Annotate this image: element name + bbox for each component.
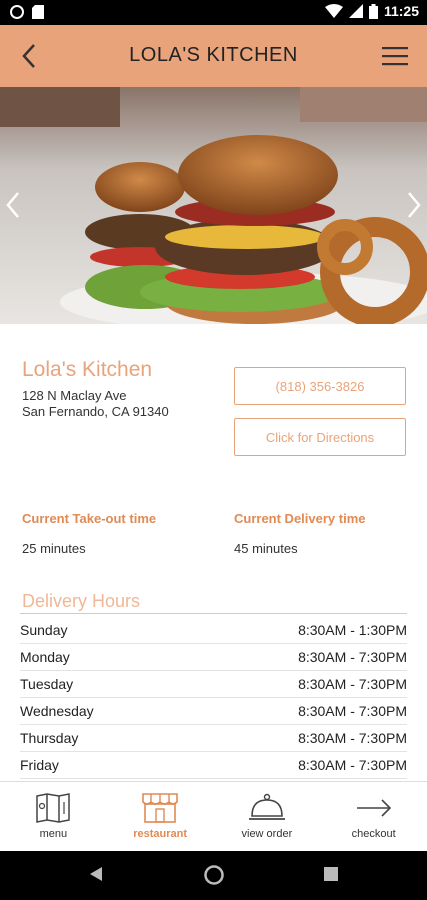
carousel-prev-icon[interactable] <box>2 187 24 223</box>
address-line-1: 128 N Maclay Ave <box>22 388 127 403</box>
delivery-time-value: 45 minutes <box>234 541 298 556</box>
bottom-navigation: menu restaurant view order checkout <box>0 781 427 852</box>
delivery-hours-title: Delivery Hours <box>22 591 141 611</box>
battery-icon <box>368 3 378 19</box>
signal-icon <box>348 4 363 18</box>
restaurant-address: 128 N Maclay Ave San Fernando, CA 91340 <box>22 388 169 420</box>
hours-row: Sunday 8:30AM - 1:30PM <box>20 617 407 644</box>
address-line-2: San Fernando, CA 91340 <box>22 404 169 419</box>
system-recents-icon[interactable] <box>323 866 339 882</box>
day-label: Wednesday <box>20 703 94 719</box>
sd-card-icon <box>32 5 44 19</box>
restaurant-name: Lola's Kitchen <box>22 358 153 381</box>
directions-button[interactable]: Click for Directions <box>234 418 406 456</box>
day-label: Thursday <box>20 730 79 746</box>
nav-view-order-label: view order <box>241 828 293 840</box>
hours-row: Thursday 8:30AM - 7:30PM <box>20 725 407 752</box>
nav-restaurant[interactable]: restaurant <box>107 782 214 852</box>
nav-menu[interactable]: menu <box>0 782 107 852</box>
status-bar: 11:25 <box>0 0 427 25</box>
circle-status-icon <box>10 5 24 19</box>
storefront-icon <box>142 793 178 823</box>
status-time: 11:25 <box>383 3 419 19</box>
hours-row: Friday 8:30AM - 7:30PM <box>20 752 407 779</box>
day-label: Sunday <box>20 622 68 638</box>
hero-carousel[interactable] <box>0 87 427 324</box>
hamburger-menu-icon[interactable] <box>381 43 409 69</box>
nav-restaurant-label: restaurant <box>133 828 188 840</box>
system-back-icon[interactable] <box>88 865 104 883</box>
nav-checkout[interactable]: checkout <box>320 782 427 852</box>
hours-value: 8:30AM - 7:30PM <box>298 757 407 773</box>
app-header: LOLA'S KITCHEN <box>0 25 427 87</box>
hours-value: 8:30AM - 7:30PM <box>298 730 407 746</box>
carousel-next-icon[interactable] <box>403 187 425 223</box>
divider <box>20 613 407 614</box>
hours-value: 8:30AM - 7:30PM <box>298 649 407 665</box>
delivery-hours-table: Sunday 8:30AM - 1:30PM Monday 8:30AM - 7:3… <box>20 617 407 779</box>
hours-value: 8:30AM - 7:30PM <box>298 676 407 692</box>
nav-menu-label: menu <box>39 828 68 840</box>
menu-book-icon <box>36 793 71 823</box>
hours-row: Wednesday 8:30AM - 7:30PM <box>20 698 407 725</box>
day-label: Monday <box>20 649 70 665</box>
takeout-time-value: 25 minutes <box>22 541 86 556</box>
wifi-icon <box>324 4 343 18</box>
hours-row: Tuesday 8:30AM - 7:30PM <box>20 671 407 698</box>
system-home-icon[interactable] <box>203 864 225 886</box>
day-label: Friday <box>20 757 59 773</box>
nav-checkout-label: checkout <box>351 828 396 840</box>
page-title: LOLA'S KITCHEN <box>129 44 298 66</box>
takeout-time-label: Current Take-out time <box>22 511 157 526</box>
hours-row: Monday 8:30AM - 7:30PM <box>20 644 407 671</box>
day-label: Tuesday <box>20 676 74 692</box>
arrow-right-icon <box>356 799 391 817</box>
system-navigation-bar <box>0 851 427 900</box>
hours-value: 8:30AM - 1:30PM <box>298 622 407 638</box>
hours-value: 8:30AM - 7:30PM <box>298 703 407 719</box>
cloche-icon <box>248 793 285 820</box>
call-phone-button[interactable]: (818) 356-3826 <box>234 367 406 405</box>
burger-photo <box>0 87 427 324</box>
nav-view-order[interactable]: view order <box>214 782 321 852</box>
delivery-time-label: Current Delivery time <box>234 511 366 526</box>
